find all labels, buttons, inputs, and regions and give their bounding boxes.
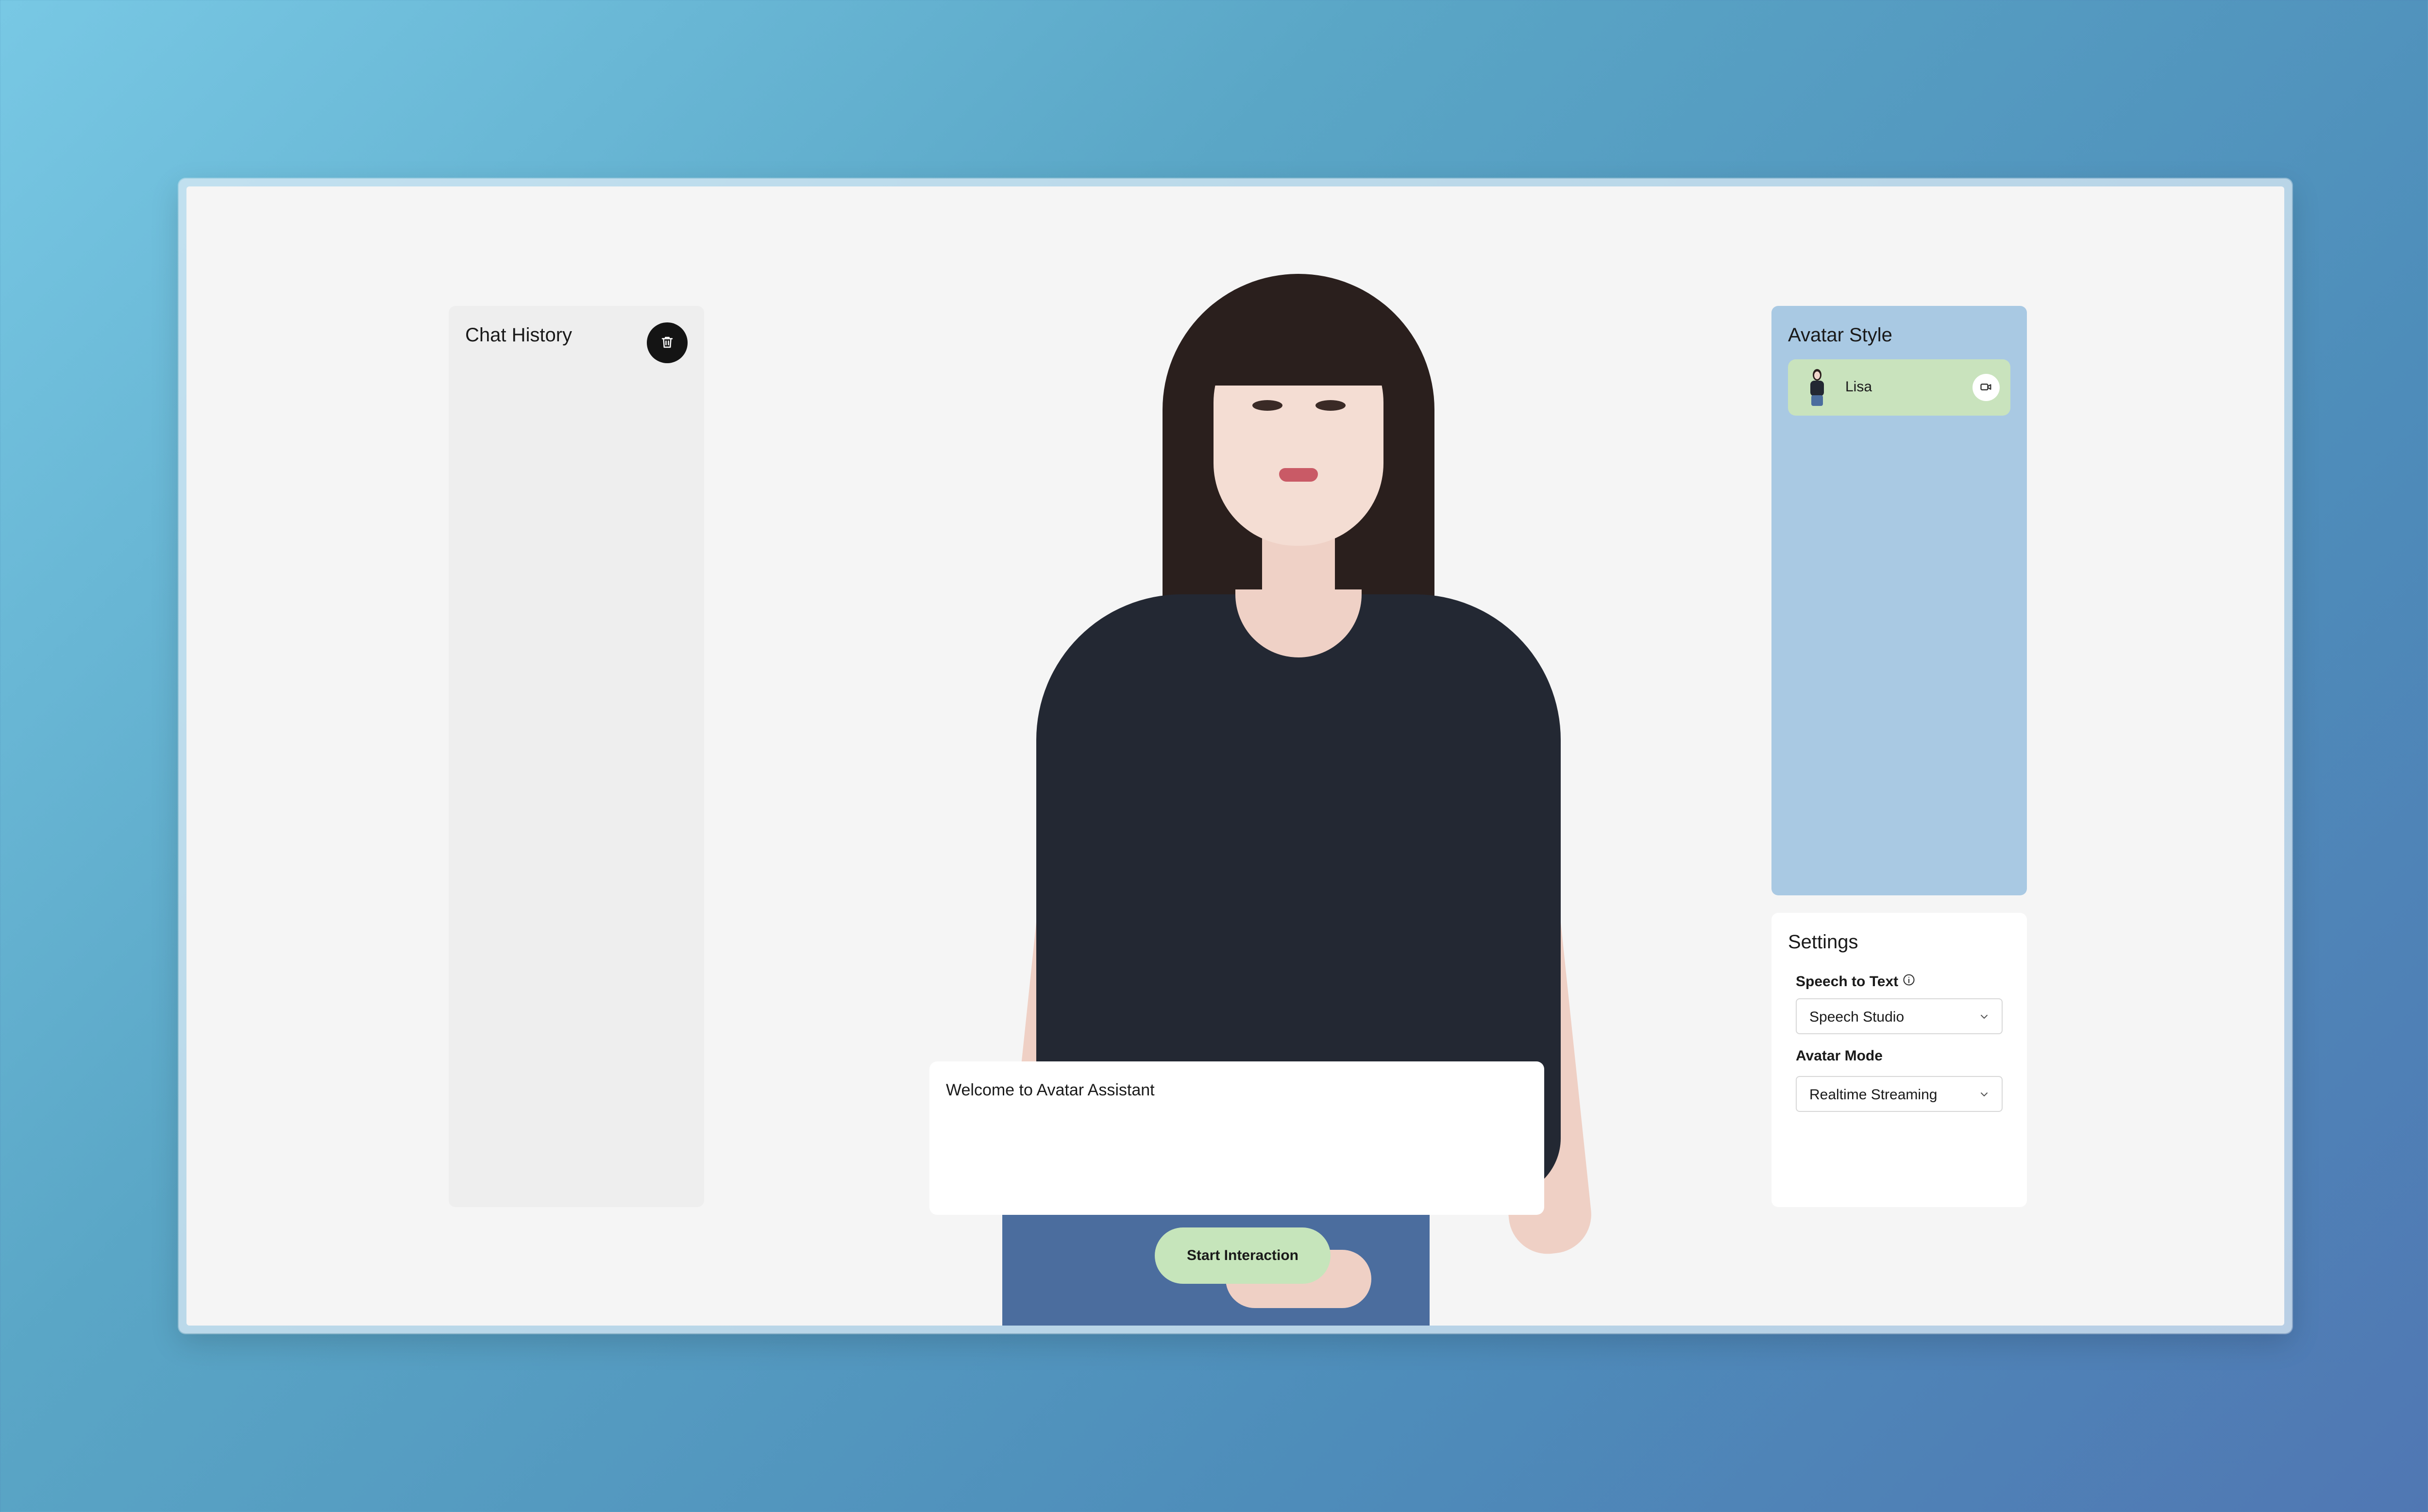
chevron-down-icon [1978,1089,1990,1100]
avatar-mode-select[interactable]: Realtime Streaming [1796,1076,2003,1112]
avatar-eye-right [1315,400,1346,411]
app-window: Chat History Avatar Style Lisa Settings … [179,179,2292,1333]
avatar-option-lisa[interactable]: Lisa [1788,359,2010,416]
start-interaction-button[interactable]: Start Interaction [1155,1227,1331,1284]
settings-panel: Settings Speech to Text Speech Studio Av… [1771,913,2027,1207]
chat-history-title: Chat History [465,324,573,346]
avatar-thumbnail [1803,368,1832,407]
info-icon[interactable] [1902,973,1916,991]
speech-to-text-label-row: Speech to Text [1796,973,1916,991]
avatar-mode-value: Realtime Streaming [1809,1087,1938,1103]
conversation-box: Welcome to Avatar Assistant [929,1061,1544,1215]
clear-chat-button[interactable] [647,322,688,363]
speech-to-text-value: Speech Studio [1809,1009,1905,1025]
avatar-lips [1279,468,1318,482]
avatar-eye-left [1252,400,1282,411]
chevron-down-icon [1978,1011,1990,1023]
avatar-style-title: Avatar Style [1788,324,1892,346]
speech-to-text-label: Speech to Text [1796,974,1899,990]
video-camera-icon [1979,380,1993,395]
chat-history-panel: Chat History [449,306,704,1207]
app-canvas: Chat History Avatar Style Lisa Settings … [186,186,2284,1326]
preview-video-button[interactable] [1973,374,2000,401]
settings-title: Settings [1788,931,1858,953]
trash-icon [660,335,674,351]
speech-to-text-select[interactable]: Speech Studio [1796,998,2003,1034]
welcome-message: Welcome to Avatar Assistant [946,1081,1155,1099]
avatar-mode-label-row: Avatar Mode [1796,1048,1883,1064]
avatar-name: Lisa [1845,379,1872,395]
avatar-style-panel: Avatar Style Lisa [1771,306,2027,895]
avatar-mode-label: Avatar Mode [1796,1048,1883,1064]
